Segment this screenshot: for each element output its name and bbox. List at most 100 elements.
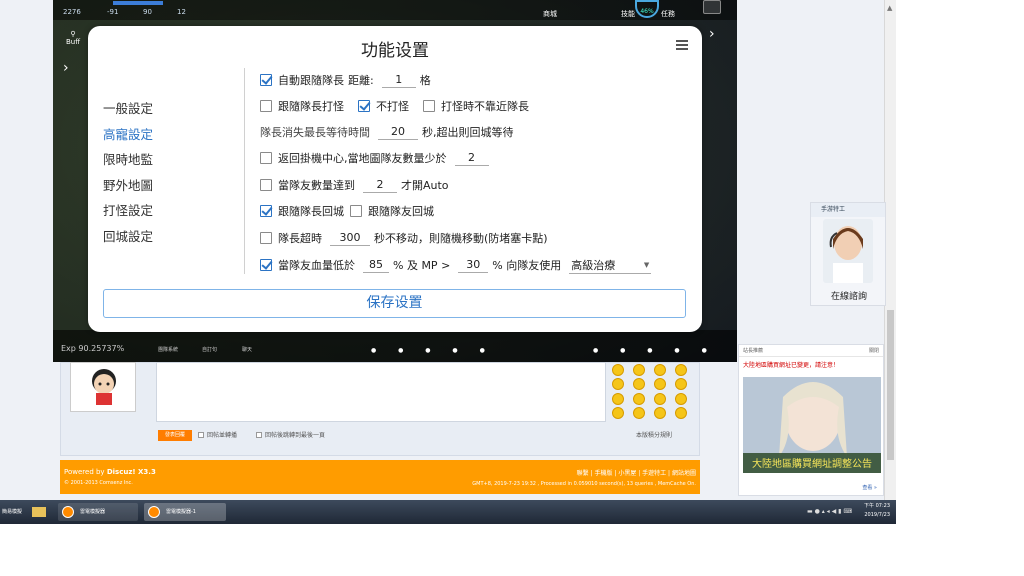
shop-button[interactable]: 商城 [539,2,561,18]
leader-wait-input[interactable] [378,124,418,140]
exp-readout: Exp 90.25737% [61,344,125,353]
auto-threshold-label: 當隊友數量達到 [278,179,355,192]
distance-unit: 格 [419,74,431,87]
recommend-box: 站長推薦 關閉 大陸地區購買網址已變更，請注意！ 大陸地區購買網址調整公告 查看 … [738,344,884,496]
row-combat-follow: 跟隨隊長打怪 不打怪 打怪時不靠近隊長 [260,96,529,116]
smiley-icon[interactable] [654,406,666,419]
auto-threshold-input[interactable] [363,177,397,193]
smiley-icon[interactable] [612,406,624,419]
keep-distance-label: 打怪時不靠近隊長 [441,100,529,113]
save-settings-button[interactable]: 保存设置 [103,289,686,318]
close-link[interactable]: 關閉 [869,345,879,356]
follow-teammate-town-checkbox[interactable] [350,205,362,217]
option-jump-last[interactable]: 回帖後跳轉到最後一頁 [256,430,325,441]
smiley-icon[interactable] [633,392,645,405]
svg-text:大陸地區購買網址調整公告: 大陸地區購買網址調整公告 [752,457,872,470]
scroll-up-icon[interactable]: ▲ [887,4,892,12]
chevron-right-icon[interactable]: › [63,60,69,76]
follow-leader-town-label: 跟隨隊長回城 [278,205,344,218]
hp-threshold-input[interactable] [363,257,389,273]
smiley-icon[interactable] [633,364,645,376]
smiley-icon[interactable] [675,392,687,405]
credit-rules-link[interactable]: 本版積分規則 [636,430,672,441]
follow-leader-town-checkbox[interactable] [260,205,272,217]
taskbar-item[interactable]: 雷電模擬器 [58,503,138,521]
return-center-input[interactable] [454,150,489,166]
page-dots: ● ● ● ● ● [593,347,717,354]
smiley-icon[interactable] [612,392,624,405]
support-agent-photo [823,219,873,283]
keep-distance-checkbox[interactable] [423,100,435,112]
taskbar: 簡易模擬器 雷電模擬器 雷電模擬器-1 ▬ ● ▴ ◂ ◀ ▮ ⌨ 下午 07:… [0,500,896,533]
menu-icon[interactable] [676,40,688,50]
nav-field-map[interactable]: 野外地圖 [103,173,223,199]
smiley-icon[interactable] [612,364,624,376]
team-system-button[interactable]: 團隊系統 [158,346,178,353]
option-forward[interactable]: 回帖並轉播 [198,430,237,441]
smiley-icon[interactable] [675,406,687,419]
option-label: 回帖並轉播 [207,432,238,439]
support-widget[interactable]: 手游特工 在線諮詢 [810,202,886,306]
smiley-icon[interactable] [633,406,645,419]
smiley-icon[interactable] [633,378,645,391]
nav-return-town[interactable]: 回城設定 [103,224,223,250]
no-attack-checkbox[interactable] [358,100,370,112]
settings-nav: 一般設定 高寵設定 限時地監 野外地圖 打怪設定 回城設定 [103,96,223,250]
reply-textarea[interactable] [156,362,606,422]
discuz-link[interactable]: Discuz! X3.3 [107,468,156,476]
heal-skill-select[interactable]: 高級治療 ▼ [569,257,652,274]
powered-by: Powered by Discuz! X3.3 [64,468,156,476]
taskbar-item[interactable]: 簡易模擬器 [0,503,24,533]
follow-attack-checkbox[interactable] [260,100,272,112]
buff-button[interactable]: ⚲ Buff [63,30,83,54]
leader-idle-checkbox[interactable] [260,232,272,244]
scrollbar-thumb[interactable] [887,310,894,460]
view-more-link[interactable]: 查看 » [862,484,877,491]
clock[interactable]: 下午 07:23 2019/7/23 [864,502,890,520]
nav-timed-dungeon[interactable]: 限時地監 [103,147,223,173]
chevron-right-icon[interactable]: › [709,26,715,42]
system-tray[interactable]: ▬ ● ▴ ◂ ◀ ▮ ⌨ [807,508,852,515]
checkbox[interactable] [256,432,262,438]
stat-value: 12 [177,8,186,16]
skill-button[interactable]: 技能 [617,2,639,18]
smiley-icon[interactable] [675,378,687,391]
row-leader-timeout: 隊長消失最長等待時間 秒,超出則回城等待 [260,122,514,142]
taskbar-folder[interactable] [28,503,50,521]
nav-general[interactable]: 一般設定 [103,96,223,122]
mp-threshold-input[interactable] [458,257,489,273]
smiley-icon[interactable] [654,392,666,405]
smiley-panel [612,364,692,420]
nav-advanced[interactable]: 高寵設定 [103,122,223,148]
nav-combat[interactable]: 打怪設定 [103,198,223,224]
stat-value: 2276 [63,8,81,16]
smiley-icon[interactable] [654,364,666,376]
smiley-icon[interactable] [675,364,687,376]
row-return-center: 返回掛機中心,當地圖隊友數量少於 [260,148,493,168]
follow-leader-checkbox[interactable] [260,74,272,86]
footer-links[interactable]: 聯繫 | 手機版 | 小黑屋 | 手遊特工 | 網站地圖 [577,468,696,477]
online-consult-button[interactable]: 在線諮詢 [819,289,879,302]
news-banner[interactable]: 大陸地區購買網址調整公告 [743,377,881,473]
dialog-title: 功能设置 [361,41,429,61]
game-menu-icon[interactable] [703,0,721,14]
post-reply-button[interactable]: 發表回覆 [158,430,192,441]
auto-threshold-checkbox[interactable] [260,179,272,191]
chat-button[interactable]: 聊天 [242,346,252,353]
option-label: 回帖後跳轉到最後一頁 [265,432,326,439]
return-center-checkbox[interactable] [260,152,272,164]
row-leader-idle: 隊長超時 秒不移动，則隨機移動(防堵塞卡點) [260,228,548,248]
follow-leader-label: 自動跟隨隊長 [278,74,344,87]
footer-timestamp: GMT+8, 2019-7-23 19:32 , Processed in 0.… [472,481,696,487]
smiley-icon[interactable] [654,378,666,391]
heal-teammate-checkbox[interactable] [260,259,272,271]
quest-button[interactable]: 任務 [657,2,679,18]
leader-idle-input[interactable] [330,230,370,246]
custom-phrase-button[interactable]: 自訂句 [202,346,217,353]
news-link[interactable]: 大陸地區購買網址已變更，請注意！ [739,357,883,371]
taskbar-item-active[interactable]: 雷電模擬器-1 [144,503,226,521]
bottom-shortcuts[interactable]: 團隊系統 自訂句 聊天 [158,332,298,356]
distance-input[interactable] [381,72,416,88]
smiley-icon[interactable] [612,378,624,391]
checkbox[interactable] [198,432,204,438]
